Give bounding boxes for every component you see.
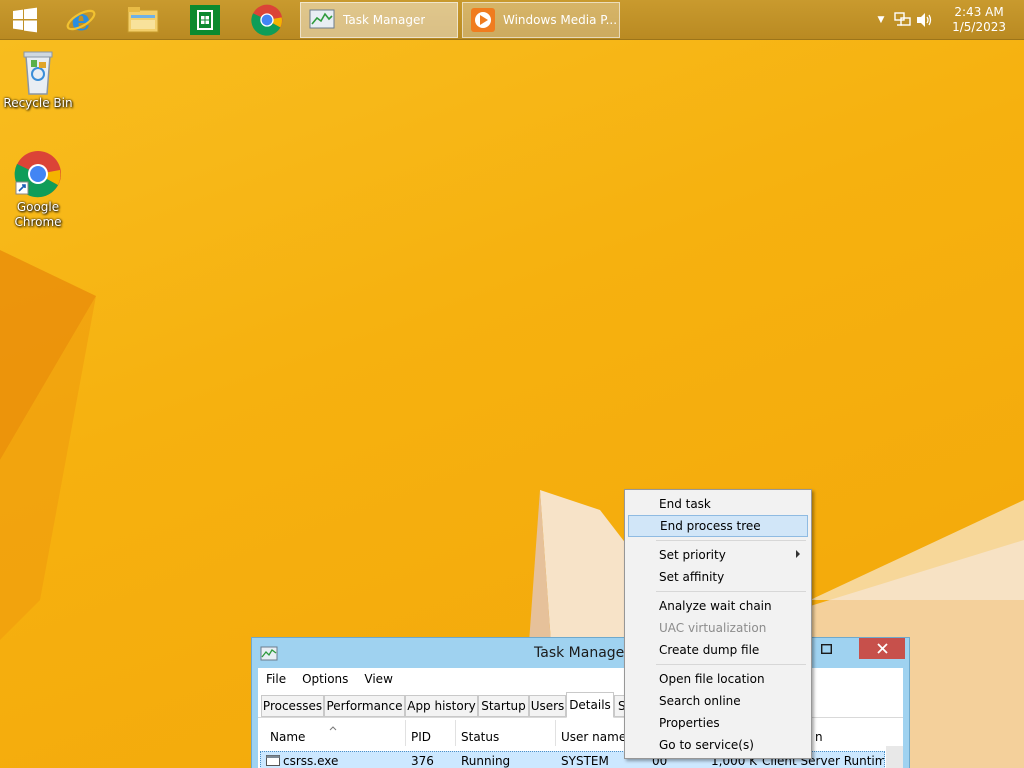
column-separator[interactable]: [405, 720, 406, 746]
windows-logo-icon: [13, 7, 37, 33]
task-manager-icon: [260, 646, 278, 661]
menu-file[interactable]: File: [258, 672, 294, 686]
windows-store-icon: [190, 5, 220, 35]
tab-performance[interactable]: Performance: [324, 695, 405, 717]
tab-processes[interactable]: Processes: [261, 695, 324, 717]
tab-users[interactable]: Users: [529, 695, 566, 717]
notification-area: ▼: [872, 0, 934, 40]
column-header-status[interactable]: Status: [461, 730, 499, 744]
taskbar-clock[interactable]: 2:43 AM 1/5/2023: [952, 5, 1006, 35]
show-hidden-icons-icon[interactable]: ▼: [872, 15, 890, 25]
google-chrome-icon: [14, 151, 61, 198]
maximize-button[interactable]: [813, 638, 839, 659]
network-icon[interactable]: [894, 12, 912, 28]
taskbar-task-windows-media-player[interactable]: Windows Media P...: [462, 2, 620, 38]
cell-user: SYSTEM: [561, 754, 609, 768]
media-player-icon: [471, 8, 495, 32]
clock-time: 2:43 AM: [954, 5, 1004, 19]
taskbar-task-task-manager[interactable]: Task Manager: [300, 2, 458, 38]
taskbar-pin-internet-explorer[interactable]: e: [52, 0, 110, 40]
menu-item-label: Set priority: [659, 548, 726, 562]
column-separator[interactable]: [455, 720, 456, 746]
desktop-icon-label: Recycle Bin: [3, 96, 73, 110]
tab-startup[interactable]: Startup: [478, 695, 529, 717]
submenu-arrow-icon: [796, 550, 800, 558]
close-button[interactable]: [859, 638, 905, 659]
start-button[interactable]: [0, 0, 50, 40]
menu-separator: [656, 540, 806, 541]
column-header-pid[interactable]: PID: [411, 730, 431, 744]
taskbar-pin-google-chrome[interactable]: [238, 0, 296, 40]
cell-name: csrss.exe: [283, 754, 339, 768]
menu-separator: [656, 664, 806, 665]
taskbar: e Task Manager Windows Media P... ▼ 2:43…: [0, 0, 1024, 40]
svg-text:e: e: [71, 4, 90, 36]
cell-status: Running: [461, 754, 511, 768]
menu-options[interactable]: Options: [294, 672, 356, 686]
menu-item-analyze-wait-chain[interactable]: Analyze wait chain: [628, 595, 808, 617]
column-header-user-name[interactable]: User name: [561, 730, 626, 744]
menu-item-end-task[interactable]: End task: [628, 493, 808, 515]
column-header-name[interactable]: Name: [270, 730, 305, 744]
taskbar-pin-file-explorer[interactable]: [114, 0, 172, 40]
menu-item-set-affinity[interactable]: Set affinity: [628, 566, 808, 588]
desktop-icon-google-chrome[interactable]: Google Chrome: [0, 150, 76, 230]
menu-item-search-online[interactable]: Search online: [628, 690, 808, 712]
task-label: Windows Media P...: [503, 13, 618, 27]
menu-item-end-process-tree[interactable]: End process tree: [628, 515, 808, 537]
task-manager-icon: [309, 9, 335, 29]
window-title: Task Manager: [534, 645, 631, 661]
desktop-icon-recycle-bin[interactable]: Recycle Bin: [0, 48, 76, 111]
close-icon: [876, 643, 888, 654]
column-header-description[interactable]: n: [815, 730, 823, 744]
desktop-icon-label: Google Chrome: [14, 200, 62, 229]
context-menu: End task End process tree Set priority S…: [624, 489, 812, 759]
menu-item-create-dump-file[interactable]: Create dump file: [628, 639, 808, 661]
process-icon: [266, 755, 280, 766]
menu-item-uac-virtualization: UAC virtualization: [659, 621, 767, 635]
menu-item-open-file-location[interactable]: Open file location: [628, 668, 808, 690]
internet-explorer-icon: e: [66, 4, 96, 36]
tab-app-history[interactable]: App history: [405, 695, 478, 717]
file-explorer-icon: [127, 7, 159, 33]
vertical-scrollbar[interactable]: [886, 746, 903, 768]
menu-view[interactable]: View: [356, 672, 400, 686]
sort-ascending-icon: [329, 726, 337, 731]
recycle-bin-icon: [23, 51, 53, 95]
menu-item-set-priority[interactable]: Set priority: [628, 544, 808, 566]
column-separator[interactable]: [555, 720, 556, 746]
maximize-icon: [820, 643, 832, 654]
task-label: Task Manager: [343, 13, 426, 27]
menu-item-properties[interactable]: Properties: [628, 712, 808, 734]
taskbar-pin-windows-store[interactable]: [176, 0, 234, 40]
menu-separator: [656, 591, 806, 592]
menu-item-go-to-services[interactable]: Go to service(s): [628, 734, 808, 756]
clock-date: 1/5/2023: [952, 20, 1006, 34]
cell-pid: 376: [411, 754, 434, 768]
google-chrome-icon: [251, 4, 283, 36]
tab-details[interactable]: Details: [566, 692, 614, 718]
volume-icon[interactable]: [916, 12, 934, 28]
